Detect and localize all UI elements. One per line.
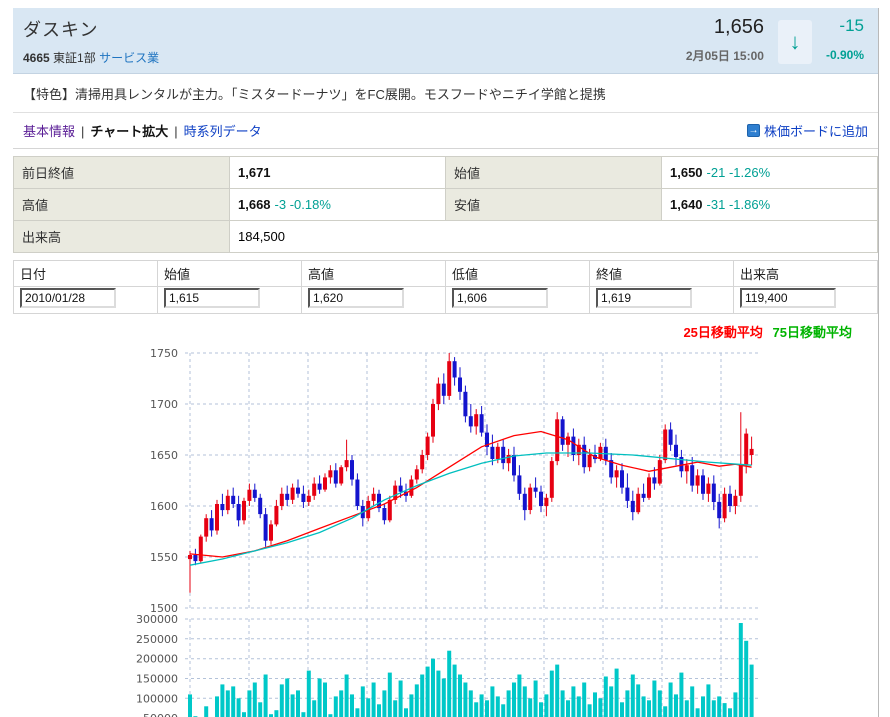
- sector-link[interactable]: サービス業: [99, 51, 159, 65]
- nav-separator: |: [81, 124, 84, 139]
- value-main: 1,668: [238, 197, 271, 212]
- stock-detail-page: ダスキン 4665 東証1部 サービス業 1,656 2月05日 15:00 ↓…: [0, 0, 890, 717]
- cell-volume: [734, 287, 878, 314]
- col-high: 高値: [302, 261, 446, 287]
- col-open: 始値: [158, 261, 302, 287]
- value-main: 1,640: [670, 197, 703, 212]
- stock-chart: 1750170016501600155015003000002500002000…: [13, 343, 879, 717]
- current-price: 1,656: [686, 16, 764, 39]
- open-input[interactable]: [164, 288, 260, 308]
- cell-low: [446, 287, 590, 314]
- company-feature-line: 【特色】清掃用具レンタルが主力。「ミスタードーナツ」をFC展開。モスフードやニチ…: [13, 74, 878, 113]
- stock-header: ダスキン 4665 東証1部 サービス業 1,656 2月05日 15:00 ↓…: [13, 8, 878, 74]
- add-to-board-link[interactable]: → 株価ボードに追加: [747, 121, 868, 140]
- cell-date: [14, 287, 158, 314]
- value-main: 1,671: [238, 165, 271, 180]
- nav-links: 基本情報 | チャート拡大 | 時系列データ: [23, 121, 262, 140]
- value-volume: 184,500: [230, 221, 878, 253]
- value-prev-close: 1,671: [230, 157, 446, 189]
- svg-text:1700: 1700: [150, 398, 178, 411]
- cell-high: [302, 287, 446, 314]
- tab-navigation: 基本情報 | チャート拡大 | 時系列データ → 株価ボードに追加: [13, 113, 878, 149]
- cell-open: [158, 287, 302, 314]
- svg-text:100000: 100000: [136, 692, 178, 705]
- label-prev-close: 前日終値: [14, 157, 230, 189]
- price-change: -15: [826, 16, 864, 36]
- value-high: 1,668 -3 -0.18%: [230, 189, 446, 221]
- day-data-header-row: 日付 始値 高値 低値 終値 出来高: [14, 261, 878, 287]
- stock-identity: ダスキン 4665 東証1部 サービス業: [23, 16, 159, 66]
- value-main: 184,500: [238, 229, 285, 244]
- volume-input[interactable]: [740, 288, 836, 308]
- price-column: 1,656 2月05日 15:00: [686, 16, 764, 64]
- stock-name: ダスキン: [23, 16, 159, 42]
- chart-area: 1750170016501600155015003000002500002000…: [13, 343, 878, 717]
- low-input[interactable]: [452, 288, 548, 308]
- value-change: -3 -0.18%: [275, 197, 331, 212]
- table-row: 高値 1,668 -3 -0.18% 安値 1,640 -31 -1.86%: [14, 189, 878, 221]
- stock-market: 東証1部: [53, 51, 96, 65]
- price-change-percent: -0.90%: [826, 48, 864, 62]
- svg-text:250000: 250000: [136, 633, 178, 646]
- col-low: 低値: [446, 261, 590, 287]
- tab-time-series[interactable]: 時系列データ: [184, 124, 262, 139]
- value-low: 1,640 -31 -1.86%: [662, 189, 878, 221]
- col-volume: 出来高: [734, 261, 878, 287]
- stock-code: 4665: [23, 51, 50, 65]
- col-date: 日付: [14, 261, 158, 287]
- svg-text:1650: 1650: [150, 449, 178, 462]
- down-arrow-icon: ↓: [789, 29, 800, 55]
- change-column: -15 -0.90%: [826, 16, 864, 62]
- price-timestamp: 2月05日 15:00: [686, 47, 764, 64]
- value-change: -31 -1.86%: [707, 197, 771, 212]
- label-volume: 出来高: [14, 221, 230, 253]
- nav-separator: |: [174, 124, 177, 139]
- high-input[interactable]: [308, 288, 404, 308]
- tab-chart-zoom: チャート拡大: [90, 124, 168, 139]
- value-main: 1,650: [670, 165, 703, 180]
- ma75-legend-label: 75日移動平均: [773, 325, 852, 340]
- ma-legend: 25日移動平均 75日移動平均: [13, 314, 878, 341]
- label-open: 始値: [446, 157, 662, 189]
- svg-text:1550: 1550: [150, 551, 178, 564]
- label-high: 高値: [14, 189, 230, 221]
- price-summary-table: 前日終値 1,671 始値 1,650 -21 -1.26% 高値 1,668 -3…: [13, 156, 878, 253]
- table-row: 前日終値 1,671 始値 1,650 -21 -1.26%: [14, 157, 878, 189]
- value-open: 1,650 -21 -1.26%: [662, 157, 878, 189]
- tab-basic-info[interactable]: 基本情報: [23, 124, 75, 139]
- table-row: 出来高 184,500: [14, 221, 878, 253]
- cell-close: [590, 287, 734, 314]
- price-block: 1,656 2月05日 15:00 ↓ -15 -0.90%: [686, 16, 864, 64]
- date-input[interactable]: [20, 288, 116, 308]
- col-close: 終値: [590, 261, 734, 287]
- ma25-legend-label: 25日移動平均: [683, 325, 762, 340]
- svg-text:300000: 300000: [136, 613, 178, 626]
- day-data-table: 日付 始値 高値 低値 終値 出来高: [13, 260, 878, 314]
- svg-text:1750: 1750: [150, 347, 178, 360]
- content-wrapper: ダスキン 4665 東証1部 サービス業 1,656 2月05日 15:00 ↓…: [13, 8, 879, 717]
- add-to-board-label: 株価ボードに追加: [764, 121, 868, 140]
- svg-text:200000: 200000: [136, 653, 178, 666]
- price-direction-box: ↓: [778, 20, 812, 64]
- svg-text:150000: 150000: [136, 673, 178, 686]
- day-data-input-row: [14, 287, 878, 314]
- close-input[interactable]: [596, 288, 692, 308]
- add-arrow-icon: →: [747, 124, 760, 137]
- value-change: -21 -1.26%: [707, 165, 771, 180]
- label-low: 安値: [446, 189, 662, 221]
- svg-text:1600: 1600: [150, 500, 178, 513]
- svg-text:50000: 50000: [143, 712, 178, 717]
- stock-meta: 4665 東証1部 サービス業: [23, 49, 159, 66]
